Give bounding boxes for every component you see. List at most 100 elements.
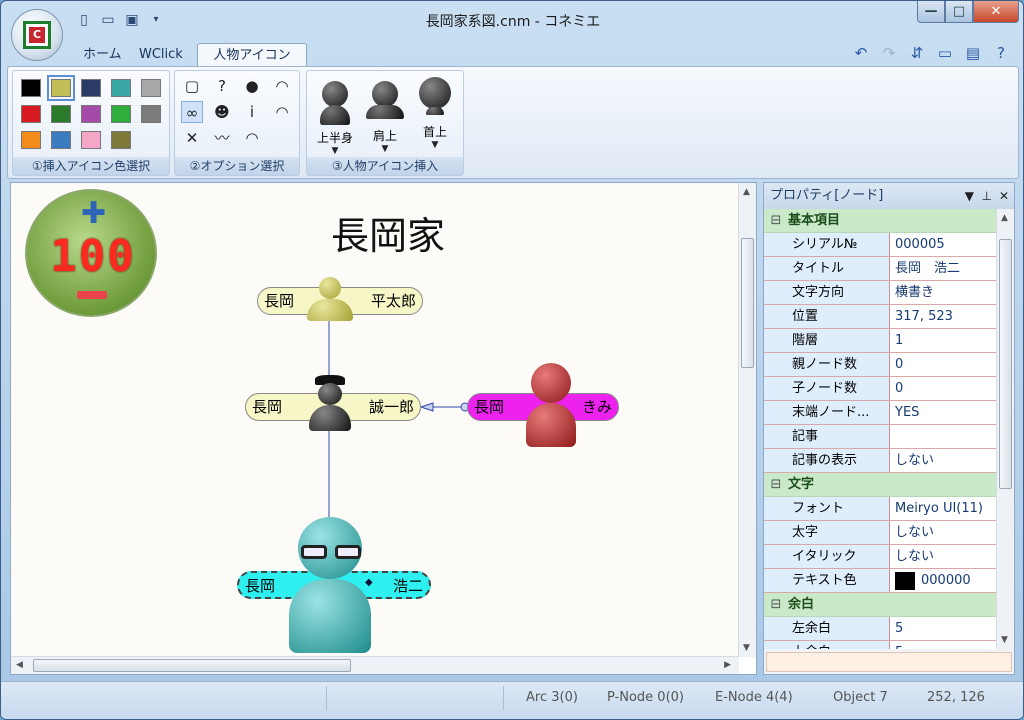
tab-home[interactable]: ホーム: [77, 43, 128, 67]
property-row[interactable]: 親ノード数 0: [764, 353, 996, 377]
property-value[interactable]: 横書き: [890, 281, 996, 304]
collapse-icon[interactable]: ⊟: [764, 593, 788, 616]
hair-icon[interactable]: ◠: [271, 101, 293, 123]
property-row[interactable]: フォント Meiryo UI(11): [764, 497, 996, 521]
collapse-icon[interactable]: ⊟: [764, 209, 788, 232]
mask-icon[interactable]: ☻: [211, 101, 233, 123]
property-row[interactable]: タイトル 長岡 浩二: [764, 257, 996, 281]
minimize-button[interactable]: —: [917, 1, 945, 23]
scroll-thumb[interactable]: [33, 659, 351, 672]
canvas-vertical-scrollbar[interactable]: ▲ ▼: [738, 183, 756, 657]
property-value[interactable]: 0: [890, 353, 996, 376]
property-value[interactable]: 1: [890, 329, 996, 352]
chevron-down-icon[interactable]: ▼: [413, 140, 457, 150]
scroll-thumb[interactable]: [999, 239, 1012, 489]
color-swatch[interactable]: [111, 105, 131, 123]
window-icon[interactable]: ▭: [935, 43, 955, 63]
person-upper-body-button[interactable]: 上半身 ▼: [313, 75, 357, 157]
color-swatch[interactable]: [141, 105, 161, 123]
color-swatch[interactable]: [51, 105, 71, 123]
property-row[interactable]: 位置 317, 523: [764, 305, 996, 329]
property-row[interactable]: シリアル№ 000005: [764, 233, 996, 257]
tab-wclick[interactable]: WClick: [133, 43, 189, 67]
tie-icon[interactable]: i: [241, 101, 263, 123]
property-value[interactable]: 000000: [890, 569, 996, 592]
property-row[interactable]: 左余白 5: [764, 617, 996, 641]
chevron-down-icon[interactable]: ▼: [363, 144, 407, 154]
person-neck-button[interactable]: 首上 ▼: [413, 75, 457, 157]
redo-icon[interactable]: ↷: [879, 43, 899, 63]
question-icon[interactable]: ?: [211, 75, 233, 97]
property-category[interactable]: ⊟ 余白: [764, 593, 996, 617]
chevron-down-icon[interactable]: ▼: [313, 146, 357, 156]
color-swatch[interactable]: [21, 79, 41, 97]
property-value[interactable]: しない: [890, 521, 996, 544]
property-value[interactable]: 5: [890, 617, 996, 640]
collapse-icon[interactable]: ⊟: [764, 473, 788, 496]
property-value[interactable]: 長岡 浩二: [890, 257, 996, 280]
property-row[interactable]: 上余白5: [764, 641, 996, 649]
scroll-down-icon[interactable]: ▼: [1001, 635, 1008, 645]
property-value[interactable]: YES: [890, 401, 996, 424]
property-value[interactable]: 000005: [890, 233, 996, 256]
property-value[interactable]: Meiryo UI(11): [890, 497, 996, 520]
property-value[interactable]: [890, 425, 996, 448]
help-icon[interactable]: ?: [991, 43, 1011, 63]
color-swatch[interactable]: [111, 131, 131, 149]
scroll-up-icon[interactable]: ▲: [1001, 213, 1008, 223]
glasses-icon[interactable]: ∞: [181, 101, 203, 123]
scroll-left-icon[interactable]: ◀: [16, 660, 23, 670]
close-button[interactable]: ✕: [973, 1, 1019, 23]
undo-icon[interactable]: ↶: [851, 43, 871, 63]
color-swatch[interactable]: [81, 105, 101, 123]
diagram-canvas[interactable]: ✚ 100 長岡家 長岡 平太郎 長岡 誠一郎 長岡 きみ 長岡 浩二 ◆: [11, 183, 739, 657]
color-swatch[interactable]: [81, 79, 101, 97]
right-toolbar: ↶ ↷ ⇵ ▭ ▤ ?: [851, 43, 1011, 63]
cross-icon[interactable]: ✕: [181, 127, 203, 149]
layout-icon[interactable]: ▤: [963, 43, 983, 63]
property-row[interactable]: 記事の表示 しない: [764, 449, 996, 473]
property-value[interactable]: 0: [890, 377, 996, 400]
color-swatch[interactable]: [51, 131, 71, 149]
close-icon[interactable]: ✕: [999, 183, 1009, 209]
property-row[interactable]: 記事: [764, 425, 996, 449]
person-shoulder-label: 肩上: [372, 129, 397, 143]
tab-person-icon[interactable]: 人物アイコン: [197, 43, 307, 67]
color-swatch[interactable]: [141, 79, 161, 97]
color-swatch[interactable]: [111, 79, 131, 97]
frame-icon[interactable]: ▢: [181, 75, 203, 97]
color-swatch[interactable]: [47, 75, 75, 101]
property-row[interactable]: 文字方向 横書き: [764, 281, 996, 305]
property-row[interactable]: 階層 1: [764, 329, 996, 353]
hat-icon[interactable]: ●: [241, 75, 263, 97]
pin-icon[interactable]: ⊥: [982, 183, 992, 209]
property-row[interactable]: 子ノード数 0: [764, 377, 996, 401]
property-row[interactable]: イタリック しない: [764, 545, 996, 569]
property-scrollbar[interactable]: ▲ ▼: [996, 209, 1014, 649]
scroll-up-icon[interactable]: ▲: [743, 187, 750, 197]
bald-icon[interactable]: ◠: [241, 127, 263, 149]
app-logo-button[interactable]: C: [11, 9, 63, 61]
import-icon[interactable]: ⇵: [907, 43, 927, 63]
property-value[interactable]: 317, 523: [890, 305, 996, 328]
property-row[interactable]: 末端ノード... YES: [764, 401, 996, 425]
person-shoulder-button[interactable]: 肩上 ▼: [363, 75, 407, 157]
property-value[interactable]: 5: [890, 641, 996, 649]
scroll-down-icon[interactable]: ▼: [743, 643, 750, 653]
mustache-icon[interactable]: 〰: [211, 127, 233, 149]
scroll-right-icon[interactable]: ▶: [724, 660, 731, 670]
property-value[interactable]: しない: [890, 449, 996, 472]
color-swatch[interactable]: [21, 131, 41, 149]
property-category[interactable]: ⊟ 基本項目: [764, 209, 996, 233]
maximize-button[interactable]: □: [945, 1, 973, 23]
property-row[interactable]: テキスト色 000000: [764, 569, 996, 593]
property-category[interactable]: ⊟ 文字: [764, 473, 996, 497]
hair-icon[interactable]: ◠: [271, 75, 293, 97]
scroll-thumb[interactable]: [741, 238, 754, 368]
property-row[interactable]: 太字 しない: [764, 521, 996, 545]
property-value[interactable]: しない: [890, 545, 996, 568]
canvas-horizontal-scrollbar[interactable]: ◀ ▶: [11, 656, 739, 674]
color-swatch[interactable]: [21, 105, 41, 123]
chevron-down-icon[interactable]: ▼: [965, 183, 974, 209]
color-swatch[interactable]: [81, 131, 101, 149]
